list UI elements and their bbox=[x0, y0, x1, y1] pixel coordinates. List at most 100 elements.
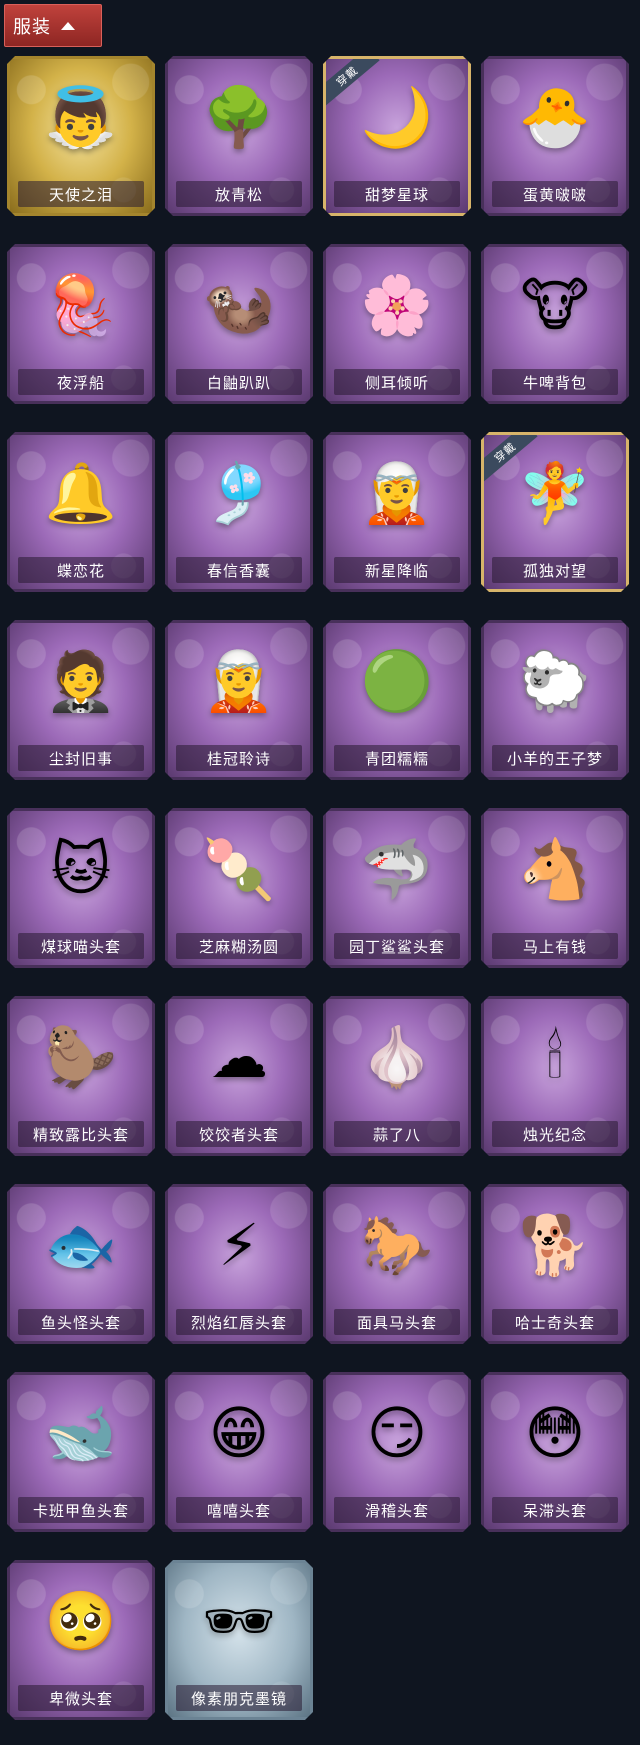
outfit-item-card[interactable]: 🌳 放青松 bbox=[165, 56, 313, 216]
outfit-item-card[interactable]: 🔔 蝶恋花 bbox=[7, 432, 155, 592]
beaver-icon: 🦫 bbox=[44, 1023, 118, 1091]
item-name: 甜梦星球 bbox=[334, 181, 460, 207]
outfit-item-card[interactable]: 🐋 卡班甲鱼头套 bbox=[7, 1372, 155, 1532]
doll-icon: 🧚 bbox=[518, 459, 592, 527]
outfit-item-card[interactable]: 🕶 像素朋克墨镜 bbox=[165, 1560, 313, 1720]
fish-icon: 🐟 bbox=[44, 1211, 118, 1279]
flower-wreath-icon: 🌸 bbox=[360, 271, 434, 339]
item-name: 烛光纪念 bbox=[492, 1121, 618, 1147]
outfit-item-card[interactable]: ⚡ 烈焰红唇头套 bbox=[165, 1184, 313, 1344]
garlic-icon: 🧄 bbox=[360, 1023, 434, 1091]
outfit-item-card[interactable]: 🦈 园丁鲨鲨头套 bbox=[323, 808, 471, 968]
item-name: 嘻嘻头套 bbox=[176, 1497, 302, 1523]
outfit-item-card[interactable]: 🍡 芝麻糊汤圆 bbox=[165, 808, 313, 968]
item-name: 天使之泪 bbox=[18, 181, 144, 207]
doll-icon: 🧝 bbox=[360, 459, 434, 527]
item-name: 新星降临 bbox=[334, 557, 460, 583]
item-name: 精致露比头套 bbox=[18, 1121, 144, 1147]
outfit-item-card[interactable]: 👼 天使之泪 bbox=[7, 56, 155, 216]
outfit-item-card[interactable]: 🪼 夜浮船 bbox=[7, 244, 155, 404]
horse-icon: 🐴 bbox=[518, 835, 592, 903]
item-name: 孤独对望 bbox=[492, 557, 618, 583]
chevron-up-icon bbox=[61, 21, 75, 30]
outfit-item-card[interactable]: 😁 嘻嘻头套 bbox=[165, 1372, 313, 1532]
outfit-item-card[interactable]: 🐮 牛啤背包 bbox=[481, 244, 629, 404]
item-name: 芝麻糊汤圆 bbox=[176, 933, 302, 959]
ferret-icon: 🦦 bbox=[202, 271, 276, 339]
item-name: 蝶恋花 bbox=[18, 557, 144, 583]
whale-icon: 🐋 bbox=[44, 1399, 118, 1467]
sheep-icon: 🐑 bbox=[518, 647, 592, 715]
outfit-item-card[interactable]: 🐑 小羊的王子梦 bbox=[481, 620, 629, 780]
outfit-item-card[interactable]: 🧝 新星降临 bbox=[323, 432, 471, 592]
outfit-item-card[interactable]: 🐟 鱼头怪头套 bbox=[7, 1184, 155, 1344]
outfit-item-card[interactable]: 😳 呆滞头套 bbox=[481, 1372, 629, 1532]
item-name: 小羊的王子梦 bbox=[492, 745, 618, 771]
outfit-item-card[interactable]: 🕯 烛光纪念 bbox=[481, 996, 629, 1156]
item-name: 春信香囊 bbox=[176, 557, 302, 583]
outfit-item-card[interactable]: 🌸 侧耳倾听 bbox=[323, 244, 471, 404]
green-mochi-icon: 🟢 bbox=[360, 647, 434, 715]
outfit-item-card[interactable]: 🐎 面具马头套 bbox=[323, 1184, 471, 1344]
sachet-icon: 🎐 bbox=[202, 459, 276, 527]
jellyfish-icon: 🪼 bbox=[44, 271, 118, 339]
outfit-item-card[interactable]: 🤵 尘封旧事 bbox=[7, 620, 155, 780]
item-name: 卡班甲鱼头套 bbox=[18, 1497, 144, 1523]
sunglasses-icon: 🕶 bbox=[202, 1587, 276, 1655]
item-name: 卑微头套 bbox=[18, 1685, 144, 1711]
item-name: 呆滞头套 bbox=[492, 1497, 618, 1523]
outfit-item-card[interactable]: 🦫 精致露比头套 bbox=[7, 996, 155, 1156]
outfit-item-card[interactable]: 🧝 桂冠聆诗 bbox=[165, 620, 313, 780]
outfit-item-card[interactable]: 🌙 穿戴 甜梦星球 bbox=[323, 56, 471, 216]
outfit-item-card[interactable]: 🐱 煤球喵头套 bbox=[7, 808, 155, 968]
angel-icon: 👼 bbox=[44, 83, 118, 151]
item-name: 尘封旧事 bbox=[18, 745, 144, 771]
item-name: 哈士奇头套 bbox=[492, 1309, 618, 1335]
outfit-item-card[interactable]: 🧄 蒜了八 bbox=[323, 996, 471, 1156]
item-name: 园丁鲨鲨头套 bbox=[334, 933, 460, 959]
outfit-item-card[interactable]: 🦦 白鼬趴趴 bbox=[165, 244, 313, 404]
doll-icon: 🤵 bbox=[44, 647, 118, 715]
moon-icon: 🌙 bbox=[360, 83, 434, 151]
outfit-item-card[interactable]: 🥺 卑微头套 bbox=[7, 1560, 155, 1720]
smirk-emoji-icon: 😏 bbox=[366, 1399, 428, 1467]
item-name: 饺饺者头套 bbox=[176, 1121, 302, 1147]
cow-mug-icon: 🐮 bbox=[520, 271, 590, 339]
item-name: 青团糯糯 bbox=[334, 745, 460, 771]
cat-icon: 🐱 bbox=[50, 835, 112, 903]
item-name: 牛啤背包 bbox=[492, 369, 618, 395]
bonsai-icon: 🌳 bbox=[202, 83, 276, 151]
dumpling-icon: 🍡 bbox=[202, 835, 276, 903]
item-name: 滑稽头套 bbox=[334, 1497, 460, 1523]
item-name: 蛋黄啵啵 bbox=[492, 181, 618, 207]
outfit-item-card[interactable]: 🟢 青团糯糯 bbox=[323, 620, 471, 780]
outfit-item-card[interactable]: 😏 滑稽头套 bbox=[323, 1372, 471, 1532]
item-name: 鱼头怪头套 bbox=[18, 1309, 144, 1335]
horse-head-icon: 🐎 bbox=[360, 1211, 434, 1279]
candle-icon: 🕯 bbox=[546, 1023, 564, 1091]
item-name: 面具马头套 bbox=[334, 1309, 460, 1335]
item-name: 白鼬趴趴 bbox=[176, 369, 302, 395]
outfit-item-card[interactable]: 🐣 蛋黄啵啵 bbox=[481, 56, 629, 216]
outfit-section-toggle[interactable]: 服装 bbox=[4, 4, 102, 47]
cloud-icon: ☁ bbox=[210, 1023, 268, 1091]
outfit-grid: 👼 天使之泪 🌳 放青松 🌙 穿戴 甜梦星球 🐣 蛋黄啵啵 🪼 夜浮船 🦦 白鼬趴趴 🌸 侧耳倾听 🐮 牛啤背包… bbox=[7, 56, 629, 1720]
doll-icon: 🧝 bbox=[202, 647, 276, 715]
outfit-item-card[interactable]: 🎐 春信香囊 bbox=[165, 432, 313, 592]
outfit-item-card[interactable]: 🧚 穿戴 孤独对望 bbox=[481, 432, 629, 592]
outfit-item-card[interactable]: 🐴 马上有钱 bbox=[481, 808, 629, 968]
pleading-emoji-icon: 🥺 bbox=[44, 1587, 118, 1655]
item-name: 蒜了八 bbox=[334, 1121, 460, 1147]
stare-emoji-icon: 😳 bbox=[524, 1399, 586, 1467]
item-name: 桂冠聆诗 bbox=[176, 745, 302, 771]
outfit-item-card[interactable]: 🐕 哈士奇头套 bbox=[481, 1184, 629, 1344]
item-name: 像素朋克墨镜 bbox=[176, 1685, 302, 1711]
grin-emoji-icon: 😁 bbox=[208, 1399, 270, 1467]
dog-icon: 🐕 bbox=[518, 1211, 592, 1279]
item-name: 马上有钱 bbox=[492, 933, 618, 959]
outfit-item-card[interactable]: ☁ 饺饺者头套 bbox=[165, 996, 313, 1156]
item-name: 放青松 bbox=[176, 181, 302, 207]
item-name: 煤球喵头套 bbox=[18, 933, 144, 959]
item-name: 烈焰红唇头套 bbox=[176, 1309, 302, 1335]
shark-icon: 🦈 bbox=[360, 835, 434, 903]
